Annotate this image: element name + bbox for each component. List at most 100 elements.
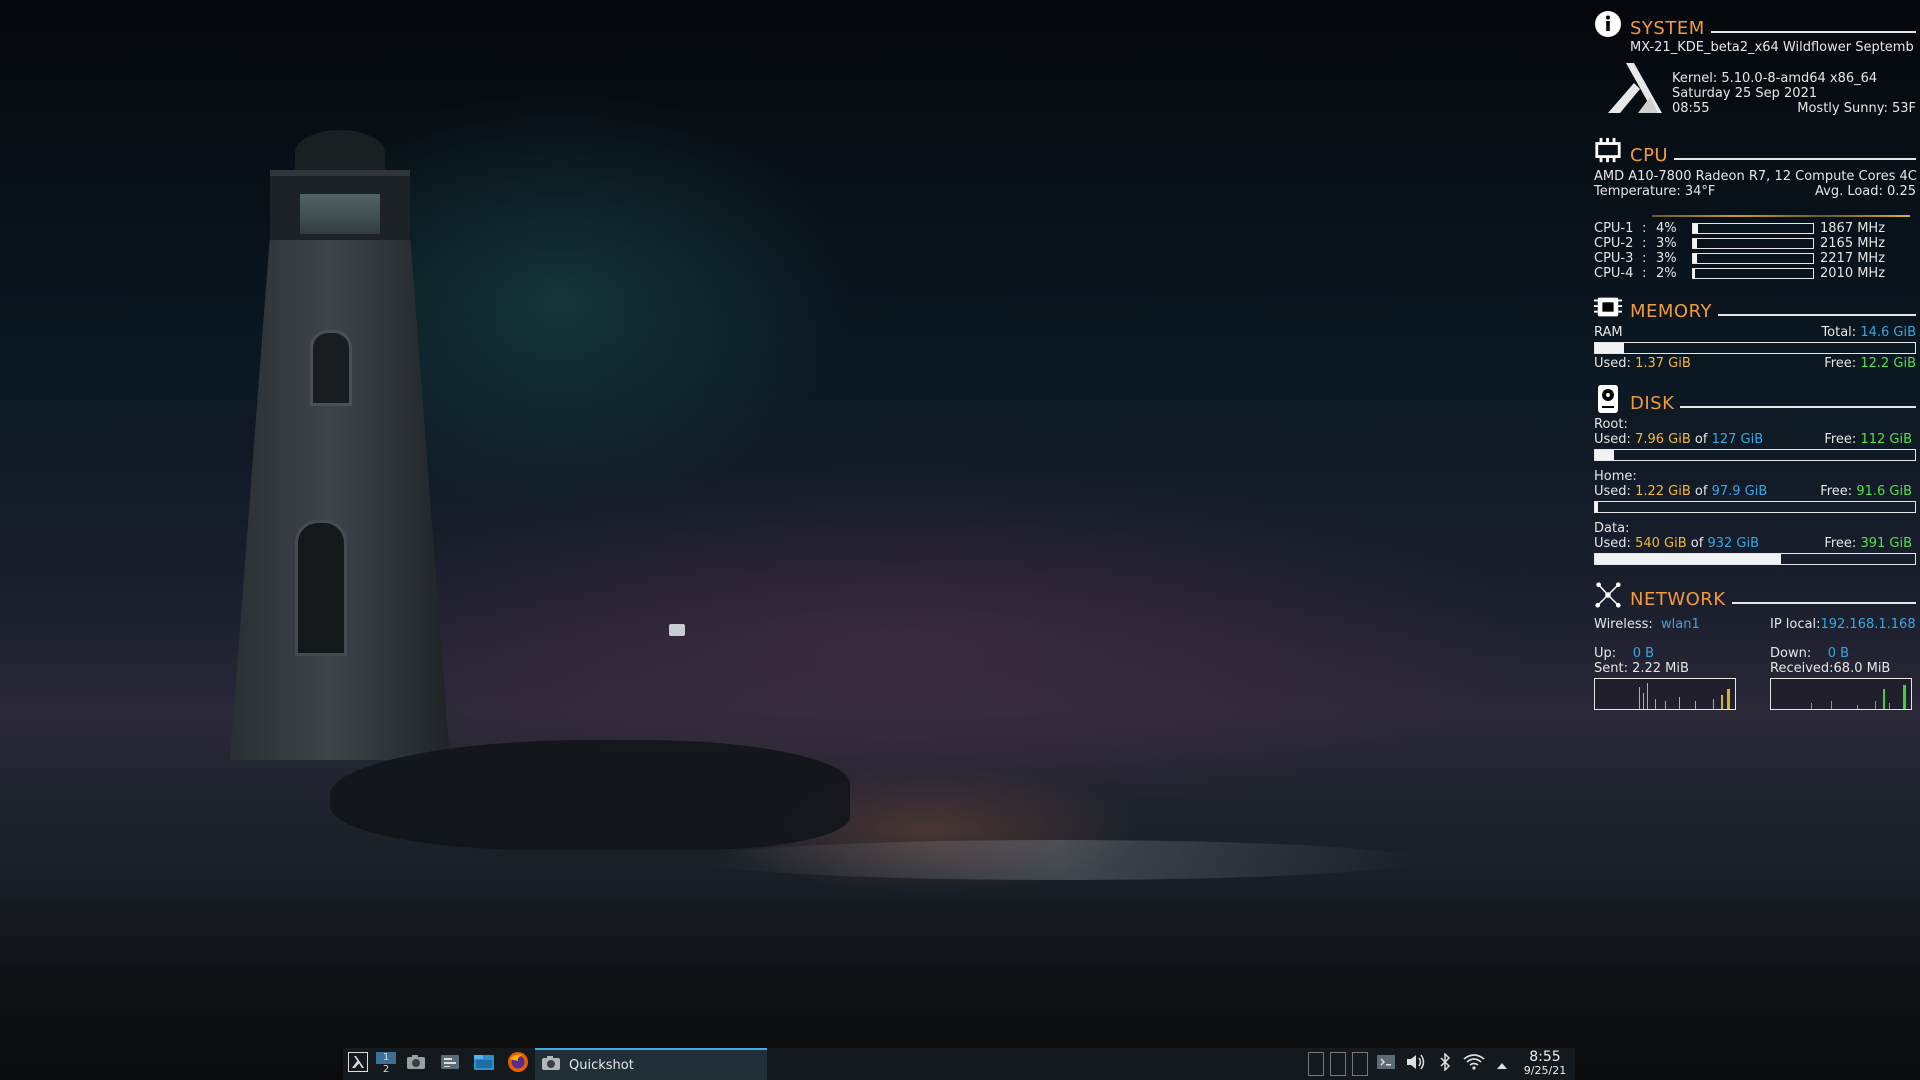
download-speed: 0 B <box>1827 646 1850 661</box>
kernel-info: Kernel: 5.10.0-8-amd64 x86_64 <box>1672 71 1878 86</box>
screenshot-icon <box>406 1054 426 1074</box>
cpu-core-percent: 3% <box>1656 251 1677 266</box>
system-divider <box>1711 31 1916 33</box>
cpu-core-row: CPU-1 : 4% 1867 MHz <box>1592 221 1916 236</box>
ram-total-value: 14.6 GiB <box>1860 325 1916 340</box>
cpu-core-name: CPU-2 <box>1594 236 1634 251</box>
cpu-core-frequency: 2217 MHz <box>1820 251 1886 266</box>
cpu-core-sep: : <box>1642 221 1647 236</box>
desktop-screenshot-icon[interactable] <box>669 624 685 636</box>
memory-icon <box>1594 293 1622 321</box>
ram-used-value: 1.37 GiB <box>1635 356 1691 371</box>
ram-free-value: 12.2 GiB <box>1860 356 1916 371</box>
wireless-interface: wlan1 <box>1661 617 1700 632</box>
activity-1[interactable] <box>1308 1052 1324 1076</box>
tray-bluetooth[interactable] <box>1431 1048 1459 1080</box>
memory-header: MEMORY <box>1592 291 1916 325</box>
cpu-header: CPU <box>1592 135 1916 169</box>
tray-expand[interactable] <box>1489 1048 1515 1080</box>
sent-label: Sent: <box>1594 661 1628 676</box>
network-header: NETWORK <box>1592 579 1916 613</box>
cpu-core-row: CPU-2 : 3% 2165 MHz <box>1592 236 1916 251</box>
disk-divider <box>1680 406 1916 408</box>
desktop-1[interactable]: 1 <box>376 1052 396 1064</box>
memory-divider <box>1718 314 1916 316</box>
ram-label: RAM <box>1594 325 1623 340</box>
cpu-core-percent: 3% <box>1656 236 1677 251</box>
taskbar-panel: 1 2 Quickshot 8:55 9/25/21 <box>343 1048 1575 1080</box>
cpu-core-bar <box>1692 238 1814 249</box>
clock-date: 9/25/21 <box>1523 1064 1567 1077</box>
disk-usage-bar <box>1594 501 1916 513</box>
tray-wifi[interactable] <box>1459 1048 1489 1080</box>
tray-terminal[interactable] <box>1371 1048 1401 1080</box>
ip-label: IP local: <box>1770 617 1821 632</box>
disk-used-label: Used: <box>1594 536 1631 551</box>
disk-of-label: of <box>1694 484 1708 499</box>
disk-free-label: Free: <box>1820 484 1853 499</box>
disk-used-value: 1.22 GiB <box>1635 484 1691 499</box>
digital-clock[interactable]: 8:55 9/25/21 <box>1515 1049 1575 1077</box>
disk-volume-label: Home: <box>1594 469 1637 484</box>
task-quickshot[interactable]: Quickshot <box>535 1048 767 1080</box>
disk-volume-data: Data: Used: 540 GiB of 932 GiB Free: 391… <box>1592 521 1916 565</box>
received-label: Received: <box>1770 661 1834 676</box>
system-header: SYSTEM <box>1592 8 1916 42</box>
cpu-core-name: CPU-3 <box>1594 251 1634 266</box>
launcher-file-manager[interactable] <box>467 1048 501 1080</box>
disk-usage-bar <box>1594 449 1916 461</box>
cpu-model: AMD A10-7800 Radeon R7, 12 Compute Cores… <box>1594 169 1917 184</box>
system-time: 08:55 <box>1672 101 1710 116</box>
application-launcher[interactable] <box>343 1048 373 1080</box>
bluetooth-icon <box>1439 1052 1451 1075</box>
volume-icon <box>1405 1053 1427 1075</box>
disk-volume-label: Root: <box>1594 417 1628 432</box>
disk-volume-root: Root: Used: 7.96 GiB of 127 GiB Free: 11… <box>1592 417 1916 461</box>
settings-icon <box>440 1053 460 1075</box>
cpu-core-name: CPU-4 <box>1594 266 1634 281</box>
wifi-icon <box>1463 1053 1485 1075</box>
disk-used-label: Used: <box>1594 484 1631 499</box>
tray-volume[interactable] <box>1401 1048 1431 1080</box>
cpu-avg-load: Avg. Load: 0.25 <box>1815 184 1916 199</box>
launcher-firefox[interactable] <box>501 1048 535 1080</box>
received-total: 68.0 MiB <box>1833 661 1891 676</box>
sent-total: 2.22 MiB <box>1632 661 1689 676</box>
activity-3[interactable] <box>1352 1052 1368 1076</box>
activity-pager[interactable] <box>1305 1052 1371 1076</box>
mx-logo-icon <box>1604 61 1666 119</box>
cpu-core-row: CPU-4 : 2% 2010 MHz <box>1592 266 1916 281</box>
wallpaper-wave <box>700 840 1420 880</box>
memory-title: MEMORY <box>1630 301 1712 322</box>
launcher-screenshot[interactable] <box>399 1048 433 1080</box>
ram-usage-bar <box>1594 342 1916 354</box>
network-divider <box>1732 602 1916 604</box>
cpu-title: CPU <box>1630 145 1669 166</box>
cpu-core-frequency: 1867 MHz <box>1820 221 1886 236</box>
distro-name: MX-21_KDE_beta2_x64 Wildflower Septemb <box>1630 40 1914 55</box>
virtual-desktop-pager[interactable]: 1 2 <box>373 1048 399 1080</box>
ram-free-label: Free: <box>1824 356 1857 371</box>
disk-volume-home: Home: Used: 1.22 GiB of 97.9 GiB Free: 9… <box>1592 469 1916 513</box>
disk-free-value: 91.6 GiB <box>1856 484 1912 499</box>
cpu-load-graph <box>1594 199 1916 219</box>
upload-label: Up: <box>1594 646 1617 661</box>
ram-total-label: Total: <box>1821 325 1857 340</box>
screenshot-icon <box>541 1055 561 1075</box>
cpu-temperature: Temperature: 34°F <box>1594 184 1716 199</box>
terminal-icon <box>1376 1054 1396 1074</box>
disk-usage-bar <box>1594 553 1916 565</box>
disk-used-value: 7.96 GiB <box>1635 432 1691 447</box>
clock-time: 8:55 <box>1529 1049 1561 1065</box>
cpu-divider <box>1674 158 1916 160</box>
disk-of-label: of <box>1694 432 1708 447</box>
disk-size-value: 932 GiB <box>1707 536 1759 551</box>
cpu-core-sep: : <box>1642 251 1647 266</box>
wireless-label: Wireless: <box>1594 617 1653 632</box>
launcher-settings[interactable] <box>433 1048 467 1080</box>
disk-title: DISK <box>1630 393 1675 414</box>
activity-2[interactable] <box>1330 1052 1346 1076</box>
weather-info: Mostly Sunny: 53F <box>1797 101 1916 116</box>
desktop-2[interactable]: 2 <box>383 1064 389 1076</box>
network-title: NETWORK <box>1630 589 1726 610</box>
